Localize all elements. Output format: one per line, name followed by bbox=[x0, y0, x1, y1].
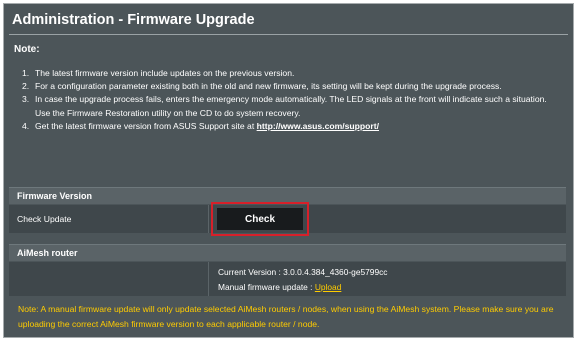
notes-list: 1. The latest firmware version include u… bbox=[22, 67, 562, 133]
note-item: 1. The latest firmware version include u… bbox=[22, 67, 562, 80]
asus-support-link[interactable]: http://www.asus.com/support/ bbox=[257, 121, 379, 131]
upload-link[interactable]: Upload bbox=[315, 282, 342, 292]
note-text: Get the latest firmware version from ASU… bbox=[35, 120, 257, 131]
check-button-highlight: Check bbox=[211, 202, 309, 236]
note-item: 3. In case the upgrade process fails, en… bbox=[22, 93, 562, 119]
note-number: 4. bbox=[22, 120, 30, 131]
aimesh-row-label bbox=[9, 262, 209, 296]
note-text: For a configuration parameter existing b… bbox=[35, 81, 502, 92]
aimesh-router-header: AiMesh router bbox=[9, 244, 566, 261]
note-item: 2. For a configuration parameter existin… bbox=[22, 80, 562, 93]
note-heading: Note: bbox=[14, 44, 40, 55]
aimesh-warning-note: Note: A manual firmware update will only… bbox=[18, 304, 554, 329]
check-update-label: Check Update bbox=[9, 205, 209, 233]
manual-update-label: Manual firmware update : bbox=[218, 282, 315, 292]
current-version-text: Current Version : 3.0.0.4.384_4360-ge579… bbox=[218, 267, 388, 277]
title-divider bbox=[9, 34, 568, 35]
note-number: 1. bbox=[22, 68, 30, 78]
check-button[interactable]: Check bbox=[217, 208, 303, 230]
note-text: The latest firmware version include upda… bbox=[35, 68, 295, 78]
note-number: 2. bbox=[22, 81, 30, 92]
note-text: In case the upgrade process fails, enter… bbox=[35, 94, 547, 118]
note-number: 3. bbox=[22, 94, 30, 105]
manual-update-line: Manual firmware update : Upload bbox=[218, 282, 341, 292]
note-item: 4. Get the latest firmware version from … bbox=[22, 120, 562, 133]
page-title: Administration - Firmware Upgrade bbox=[12, 12, 255, 28]
